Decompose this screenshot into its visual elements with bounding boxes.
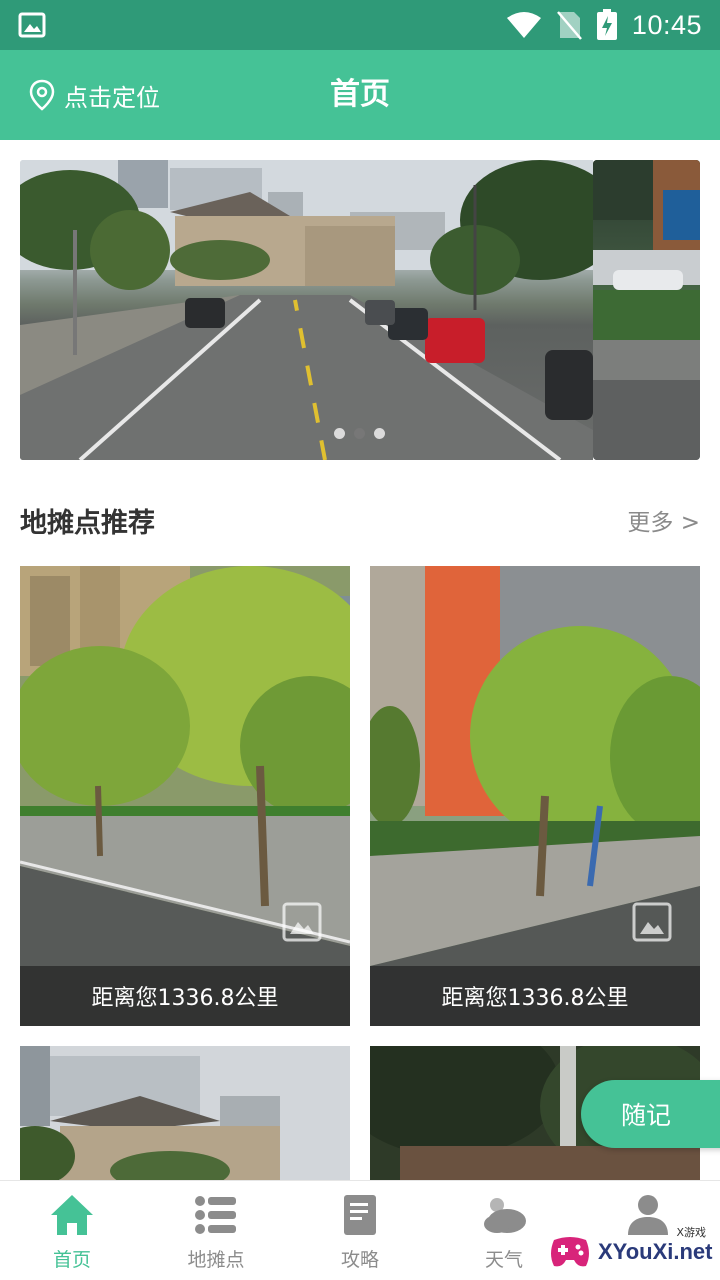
- nav-label: 天气: [484, 1249, 523, 1271]
- nav-label: 地摊点: [187, 1249, 245, 1271]
- more-link[interactable]: 更多 >: [627, 503, 700, 537]
- carousel-dot[interactable]: [334, 428, 345, 439]
- battery-charging-icon: [596, 9, 617, 40]
- nav-label: 首页: [52, 1249, 91, 1271]
- carousel-dot[interactable]: [374, 428, 385, 439]
- watermark-small: X游戏: [676, 1226, 706, 1239]
- street-photo: [20, 160, 593, 460]
- image-icon: [18, 12, 46, 38]
- distance-label: 距离您1336.8公里: [20, 966, 350, 1026]
- banner-image[interactable]: [20, 160, 593, 460]
- status-time: 10:45: [631, 9, 702, 40]
- nav-item-home[interactable]: 首页: [0, 1181, 144, 1280]
- wifi-icon: [506, 12, 541, 38]
- carousel-dot-active[interactable]: [354, 428, 365, 439]
- stall-photo: [20, 1046, 350, 1180]
- stall-card[interactable]: 距离您1336.8公里: [370, 566, 700, 1026]
- stall-photo: [20, 566, 350, 1026]
- home-icon: [51, 1195, 93, 1235]
- stall-card[interactable]: [20, 1046, 350, 1180]
- photo-icon: [632, 902, 672, 942]
- note-fab-button[interactable]: 随记: [581, 1080, 720, 1148]
- section-header: 地摊点推荐 更多 >: [20, 495, 700, 545]
- book-icon: [344, 1195, 376, 1235]
- nav-item-guides[interactable]: 攻略: [288, 1181, 432, 1280]
- site-watermark: XYouXi.net X游戏: [548, 1224, 720, 1280]
- banner-carousel[interactable]: [20, 160, 700, 460]
- nav-item-stalls[interactable]: 地摊点: [144, 1181, 288, 1280]
- status-bar: 10:45: [0, 0, 720, 50]
- watermark-text: XYouXi.net: [598, 1239, 713, 1264]
- stall-photo: [370, 566, 700, 1026]
- distance-label: 距离您1336.8公里: [370, 966, 700, 1026]
- page-title: 首页: [330, 77, 390, 112]
- banner-next-image[interactable]: [593, 160, 700, 460]
- no-sim-icon: [556, 11, 582, 40]
- photo-icon: [282, 902, 322, 942]
- stall-card[interactable]: 距离您1336.8公里: [20, 566, 350, 1026]
- app-header: 点击定位 首页: [0, 50, 720, 140]
- nav-label: 攻略: [340, 1249, 379, 1271]
- section-title: 地摊点推荐: [20, 507, 155, 539]
- weather-icon: [484, 1198, 526, 1233]
- list-icon: [195, 1196, 236, 1234]
- gamepad-icon: [551, 1237, 589, 1267]
- carousel-dots: [334, 428, 385, 439]
